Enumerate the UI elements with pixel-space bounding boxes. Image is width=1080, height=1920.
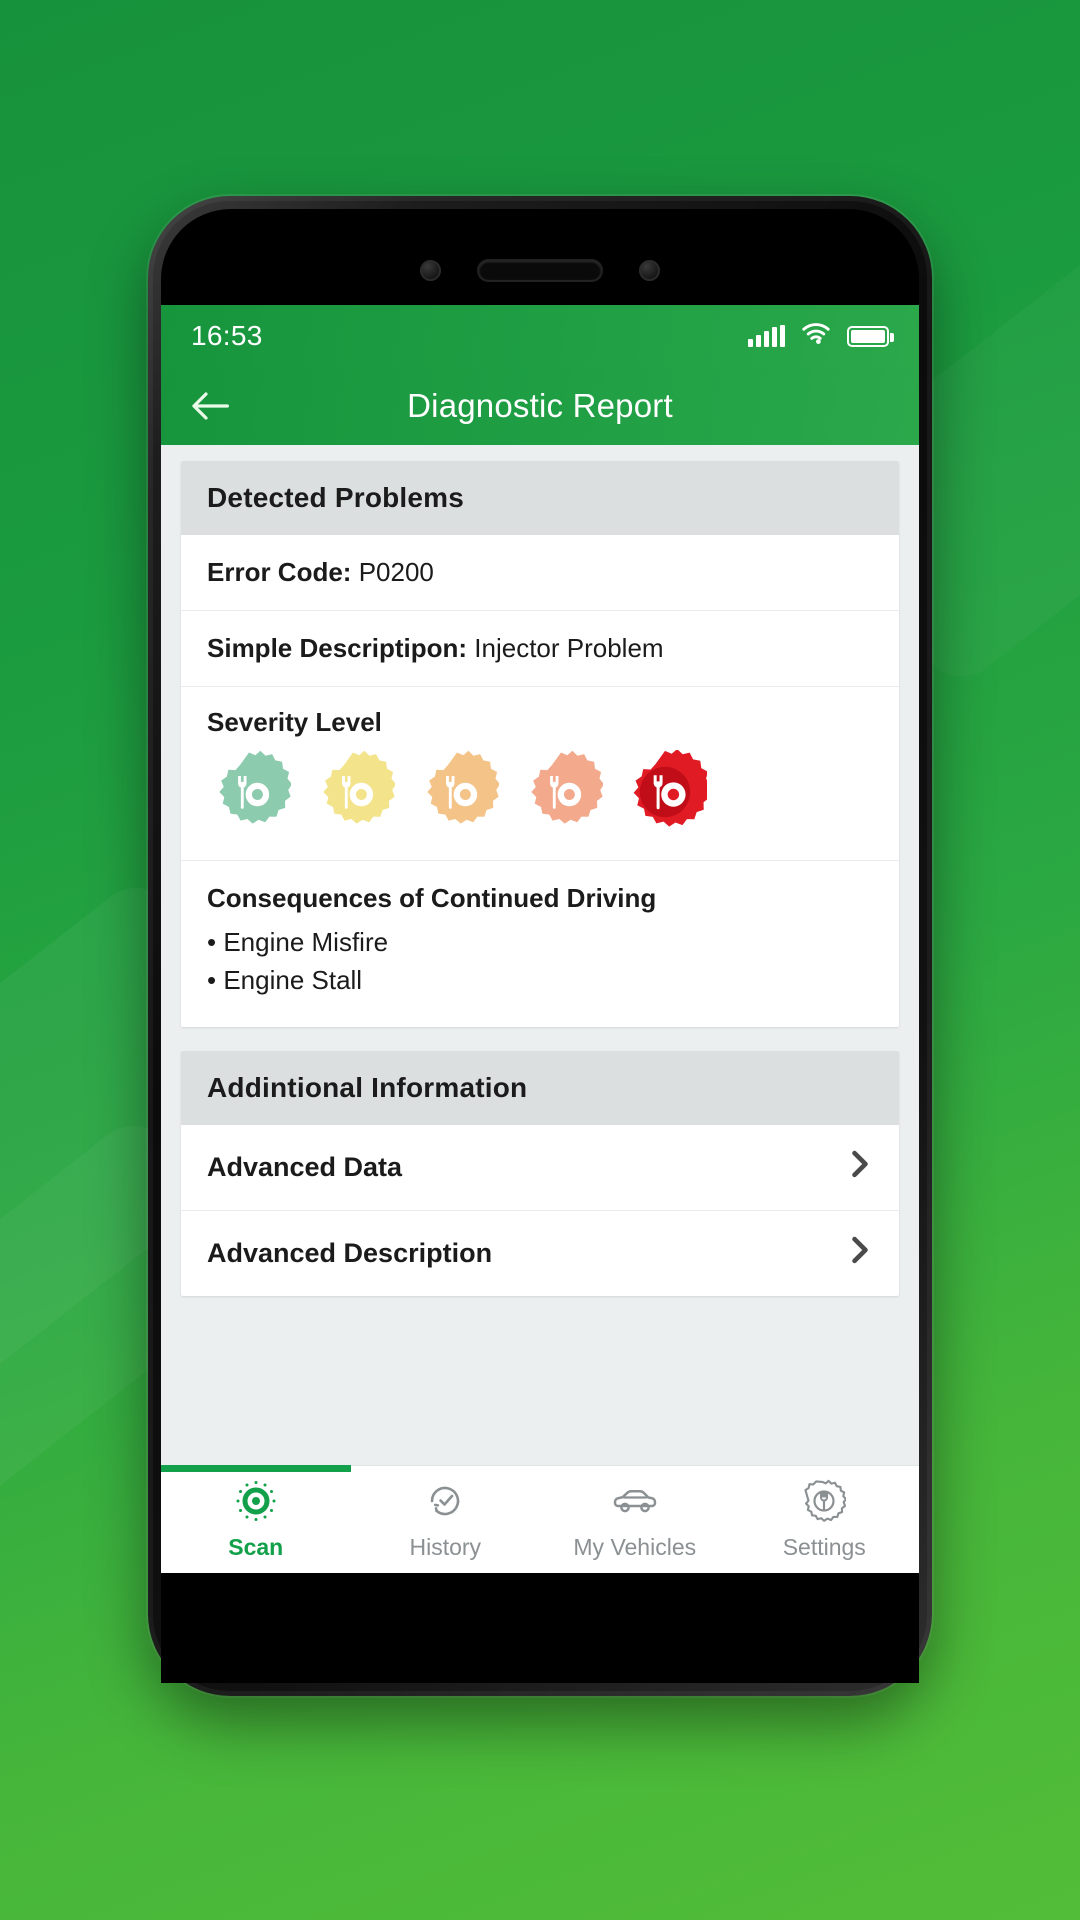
phone-sensor-row [161,257,919,283]
battery-full-icon [847,325,894,347]
severity-level-row: Severity Level [181,687,899,861]
detected-problems-header: Detected Problems [181,461,899,535]
advanced-data-row[interactable]: Advanced Data [181,1125,899,1212]
chevron-right-icon [847,1235,873,1272]
severity-level-label: Severity Level [207,707,382,737]
chevron-right-icon [847,1149,873,1186]
tab-settings[interactable]: Settings [730,1466,920,1573]
consequences-title: Consequences of Continued Driving [207,883,657,913]
tab-history[interactable]: History [351,1466,541,1573]
simple-description-value: Injector Problem [474,633,664,663]
clock-history-icon [423,1479,467,1528]
camera-icon [420,259,441,281]
bottom-tab-bar: Scan History My Vehicles Settings [161,1465,919,1573]
earpiece-speaker [479,260,601,280]
background-stage: 16:53 Diagnostic Report Detected Problem… [0,0,1080,1920]
tab-my-vehicles[interactable]: My Vehicles [540,1466,730,1573]
severity-gear-scale [207,750,873,834]
severity-gear-2-icon[interactable] [311,750,395,834]
simple-description-row: Simple Descriptipon: Injector Problem [181,611,899,687]
tab-my-vehicles-label: My Vehicles [573,1533,697,1560]
error-code-row: Error Code: P0200 [181,535,899,611]
app-bar: Diagnostic Report [161,367,919,445]
back-arrow-icon[interactable] [187,383,233,429]
phone-bottom-bezel [161,1573,919,1683]
phone-bezel: 16:53 Diagnostic Report Detected Problem… [161,209,919,1683]
simple-description-label: Simple Descriptipon: [207,633,468,663]
gear-wrench-icon [802,1479,848,1528]
consequence-item: • Engine Stall [207,964,363,995]
wifi-icon [801,322,831,350]
status-time: 16:53 [191,320,263,351]
additional-information-header: Addintional Information [181,1051,899,1126]
scan-target-icon [234,1479,278,1528]
proximity-sensor-icon [639,259,660,281]
consequences-row: Consequences of Continued Driving • Engi… [181,861,899,1027]
page-title: Diagnostic Report [407,387,673,424]
signal-bars-icon [748,325,785,347]
additional-information-card: Addintional Information Advanced Data Ad… [181,1051,899,1297]
status-icons [748,322,894,350]
car-icon [611,1479,659,1528]
status-bar: 16:53 [161,305,919,367]
advanced-description-row[interactable]: Advanced Description [181,1211,899,1296]
tab-scan-label: Scan [228,1533,284,1560]
report-content: Detected Problems Error Code: P0200 Simp… [161,445,919,1465]
error-code-label: Error Code: [207,557,352,587]
tab-history-label: History [409,1533,482,1560]
advanced-data-label: Advanced Data [207,1152,403,1183]
severity-gear-1-icon[interactable] [207,750,291,834]
phone-screen: 16:53 Diagnostic Report Detected Problem… [161,305,919,1573]
severity-gear-4-icon[interactable] [519,750,603,834]
phone-mockup: 16:53 Diagnostic Report Detected Problem… [148,196,932,1696]
tab-scan[interactable]: Scan [161,1465,351,1573]
consequence-item: • Engine Misfire [207,927,389,957]
severity-gear-5-icon[interactable] [623,750,707,834]
tab-settings-label: Settings [782,1533,866,1560]
severity-gear-3-icon[interactable] [415,750,499,834]
error-code-value: P0200 [358,557,434,587]
advanced-description-label: Advanced Description [207,1238,493,1269]
detected-problems-card: Detected Problems Error Code: P0200 Simp… [181,461,899,1028]
